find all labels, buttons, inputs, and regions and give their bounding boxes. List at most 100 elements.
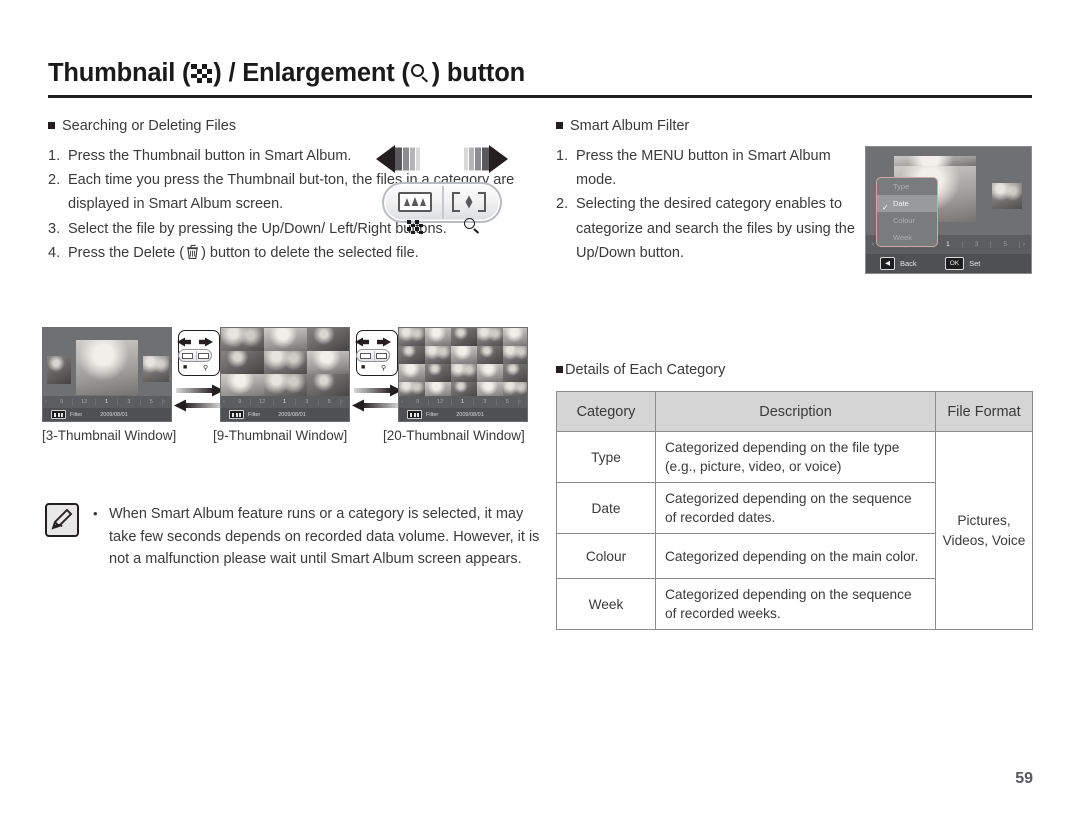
thumbnail-photo xyxy=(425,346,451,364)
back-key-badge[interactable]: ◀ xyxy=(880,257,895,270)
list-item: 1. Press the MENU button in Smart Album … xyxy=(556,144,856,192)
step-text-before-icon: Press the Delete ( xyxy=(68,244,185,261)
nav-item[interactable]: 12 xyxy=(73,399,96,405)
thumbnail-photo xyxy=(221,374,264,396)
thumbnail-photo xyxy=(264,328,307,351)
thumbnail-photo xyxy=(425,364,451,382)
thumbnail-window-20-stage xyxy=(399,328,527,396)
cell-description: Categorized depending on the sequence of… xyxy=(655,482,936,534)
nav-item-current[interactable]: 1 xyxy=(274,399,297,405)
thumbnail-grid-icon xyxy=(191,64,213,83)
thumbnail-photo xyxy=(399,364,425,382)
nav-next-icon[interactable]: › xyxy=(519,399,525,405)
thumbnail-window-20-statusbar: Filter 2009/08/01 xyxy=(399,408,527,421)
nav-item[interactable]: 3 xyxy=(963,241,992,248)
menu-item-week[interactable]: Week xyxy=(877,229,937,246)
thumbnail-window-20[interactable]: ‹ 9 12 1 3 5 › Filter 2009/08/01 xyxy=(398,327,528,422)
note-pen-icon xyxy=(45,503,79,537)
menu-item-colour[interactable]: Colour xyxy=(877,212,937,229)
nav-item-current[interactable]: 1 xyxy=(452,399,475,405)
nav-item-current[interactable]: 1 xyxy=(96,399,119,405)
table-heading-label: Details of Each Category xyxy=(565,362,726,378)
thumbnail-window-20-navbar[interactable]: ‹ 9 12 1 3 5 › xyxy=(399,396,527,408)
nav-item[interactable]: 5 xyxy=(991,241,1020,248)
thumbnail-window-9[interactable]: ‹ 9 12 1 3 5 › Filter 2009/08/01 xyxy=(220,327,350,422)
thumbnail-photo xyxy=(503,382,527,396)
right-section-title: Smart Album Filter xyxy=(570,118,690,134)
ok-key-badge[interactable]: OK xyxy=(944,257,965,270)
nav-item[interactable]: 9 xyxy=(229,399,252,405)
desc-line-2: of recorded dates. xyxy=(665,510,776,525)
cell-description: Categorized depending on the file type (… xyxy=(655,431,936,483)
zoom-wide-icon xyxy=(181,353,193,360)
thumbnail-photo xyxy=(143,356,169,382)
nav-item[interactable]: 12 xyxy=(251,399,274,405)
thumbnail-photo xyxy=(47,356,71,384)
thumbnail-window-3-navbar[interactable]: ‹ 9 12 1 3 5 › xyxy=(43,396,171,408)
swap-control-1: ■ ⚲ xyxy=(174,330,224,418)
thumbnail-photo xyxy=(477,328,503,346)
menu-item-date[interactable]: ✓ Date xyxy=(877,195,937,212)
column-header-description: Description xyxy=(655,391,936,432)
thumbnail-photo xyxy=(221,328,264,351)
left-section-title: Searching or Deleting Files xyxy=(62,118,237,134)
nav-item[interactable]: 9 xyxy=(407,399,430,405)
magnifier-icon xyxy=(464,218,480,235)
desc-line-1: Categorized depending on the file type xyxy=(665,440,900,455)
zoom-rocker-mini-cap[interactable] xyxy=(356,349,390,362)
arrow-right-icon xyxy=(450,144,508,174)
desc-line-2: of recorded weeks. xyxy=(665,606,781,621)
note-block: • When Smart Album feature runs or a cat… xyxy=(45,503,545,571)
nav-next-icon[interactable]: › xyxy=(341,399,347,405)
thumbnail-date: 2009/08/01 xyxy=(278,411,306,418)
thumbnail-photo xyxy=(451,364,477,382)
nav-next-icon[interactable]: › xyxy=(163,399,169,405)
table-heading: Details of Each Category xyxy=(556,361,725,379)
lcd-stage: Type ✓ Date Colour Week xyxy=(866,147,1031,247)
zoom-tele-icon[interactable] xyxy=(452,192,486,212)
nav-item[interactable]: 3 xyxy=(118,399,141,405)
page-title-part1: Thumbnail ( xyxy=(48,59,191,87)
mini-arrows-icon xyxy=(355,335,391,347)
menu-item-label: Type xyxy=(893,182,910,191)
nav-item-current[interactable]: 1 xyxy=(934,241,963,248)
zoom-tele-icon xyxy=(375,353,387,360)
thumbnail-window-9-navbar[interactable]: ‹ 9 12 1 3 5 › xyxy=(221,396,349,408)
camera-lcd-preview[interactable]: Type ✓ Date Colour Week ‹ 9 12 1 xyxy=(865,146,1032,274)
cell-category: Date xyxy=(556,482,656,534)
menu-item-type[interactable]: Type xyxy=(877,178,937,195)
nav-next-icon[interactable]: › xyxy=(1020,241,1028,248)
note-text-wrapper: • When Smart Album feature runs or a cat… xyxy=(93,503,551,571)
table-row: Type Categorized depending on the file t… xyxy=(556,431,1033,630)
set-label: Set xyxy=(969,259,981,268)
cell-category: Type xyxy=(556,431,656,483)
column-header-category: Category xyxy=(556,391,656,432)
lcd-side-photo xyxy=(992,183,1022,209)
category-details-table: Category Description File Format Type Ca… xyxy=(556,391,1033,630)
menu-item-label: Date xyxy=(893,199,909,208)
desc-line-1: Categorized depending on the main color. xyxy=(665,548,919,564)
table-header-row: Category Description File Format xyxy=(556,391,1033,432)
zoom-tele-icon xyxy=(197,353,209,360)
thumbnail-window-3-caption: [3-Thumbnail Window] xyxy=(42,428,177,443)
thumbnail-photo xyxy=(477,364,503,382)
lcd-photo-strip xyxy=(894,156,976,166)
cell-file-format: Pictures, Videos, Voice xyxy=(935,431,1033,630)
step-text: Selecting the desired category enables t… xyxy=(576,196,855,261)
step-number: 1. xyxy=(556,148,569,164)
nav-item[interactable]: 9 xyxy=(51,399,74,405)
nav-item[interactable]: 3 xyxy=(474,399,497,405)
nav-item[interactable]: 5 xyxy=(497,399,520,405)
nav-item[interactable]: 12 xyxy=(429,399,452,405)
nav-item[interactable]: 5 xyxy=(141,399,164,405)
step-text: Press the MENU button in Smart Album mod… xyxy=(576,148,831,189)
zoom-wide-icon[interactable] xyxy=(398,192,432,212)
column-header-file-format: File Format xyxy=(935,391,1033,432)
nav-item[interactable]: 3 xyxy=(296,399,319,405)
zoom-wide-icon xyxy=(359,353,371,360)
thumbnail-window-3-statusbar: Filter 2009/08/01 xyxy=(43,408,171,421)
zoom-rocker-mini-cap[interactable] xyxy=(178,349,212,362)
smart-album-filter-menu[interactable]: Type ✓ Date Colour Week xyxy=(876,177,938,247)
nav-item[interactable]: 5 xyxy=(319,399,342,405)
thumbnail-window-3[interactable]: ‹ 9 12 1 3 5 › Filter 2009/08/01 xyxy=(42,327,172,422)
